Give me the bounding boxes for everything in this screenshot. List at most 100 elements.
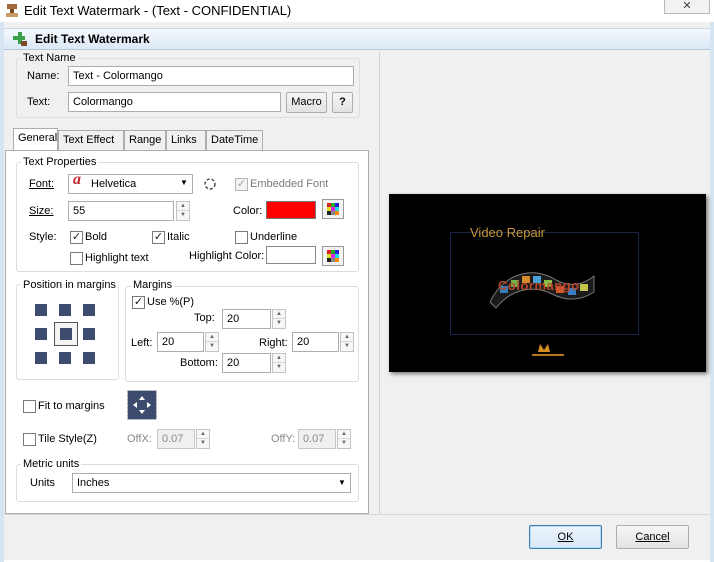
- bottom-margin-input[interactable]: 20: [222, 353, 271, 373]
- position-bottom-left[interactable]: [35, 352, 47, 364]
- left-margin-spinner[interactable]: ▲ ▼: [205, 332, 219, 352]
- embedded-font-checkbox[interactable]: [235, 178, 248, 191]
- right-margin-label: Right:: [259, 337, 288, 349]
- tab-links[interactable]: Links: [166, 130, 206, 150]
- position-legend: Position in margins: [21, 279, 118, 291]
- tile-style-label: Tile Style(Z): [38, 433, 97, 445]
- tab-range[interactable]: Range: [124, 130, 166, 150]
- position-center: [60, 328, 72, 340]
- spin-down-icon: ▼: [276, 320, 282, 326]
- italic-checkbox[interactable]: [152, 231, 165, 244]
- spin-up-icon: ▲: [338, 430, 350, 439]
- font-type-icon: a: [73, 171, 81, 188]
- bottom-margin-label: Bottom:: [180, 357, 218, 369]
- top-margin-spinner[interactable]: ▲ ▼: [272, 309, 286, 329]
- stamp-app-icon: [6, 4, 18, 17]
- use-percent-label: Use %(P): [147, 296, 195, 308]
- chevron-down-icon: ▼: [180, 178, 188, 187]
- text-name-legend: Text Name: [21, 52, 78, 64]
- position-middle-right[interactable]: [83, 328, 95, 340]
- spin-down-icon: ▼: [341, 440, 347, 446]
- cancel-label: Cancel: [635, 531, 670, 543]
- spin-down-icon: ▼: [344, 343, 350, 349]
- spin-up-icon: ▲: [197, 430, 209, 439]
- name-input[interactable]: Text - Colormango: [68, 66, 354, 86]
- use-percent-checkbox[interactable]: [132, 296, 145, 309]
- style-label: Style:: [29, 231, 57, 243]
- highlight-color-label: Highlight Color:: [189, 250, 265, 262]
- right-margin-spinner[interactable]: ▲ ▼: [340, 332, 354, 352]
- size-input[interactable]: 55: [68, 201, 174, 221]
- text-label: Text:: [27, 96, 51, 108]
- tab-general[interactable]: General: [13, 128, 58, 150]
- right-margin-input[interactable]: 20: [292, 332, 339, 352]
- refresh-icon[interactable]: [202, 176, 218, 192]
- help-button[interactable]: ?: [332, 92, 353, 113]
- left-margin-input[interactable]: 20: [157, 332, 204, 352]
- offx-label: OffX:: [127, 433, 152, 445]
- offx-input[interactable]: 0.07: [157, 429, 195, 449]
- preview-watermark-text: Colormango: [498, 278, 580, 293]
- color-swatch[interactable]: [266, 201, 316, 219]
- position-bottom-right[interactable]: [83, 352, 95, 364]
- italic-label: Italic: [167, 231, 190, 243]
- fit-expand-icon[interactable]: [127, 390, 157, 420]
- text-input[interactable]: Colormango: [68, 92, 281, 112]
- ok-button[interactable]: OK: [529, 525, 602, 549]
- footer-divider: [4, 514, 710, 515]
- highlight-color-picker-icon[interactable]: [322, 246, 344, 266]
- size-spinner[interactable]: ▲ ▼: [176, 201, 190, 221]
- tab-datetime[interactable]: DateTime: [206, 130, 263, 150]
- units-select[interactable]: Inches: [72, 473, 351, 493]
- bold-label: Bold: [85, 231, 108, 243]
- color-label: Color:: [233, 205, 263, 217]
- preview-video-title: Video Repair: [470, 225, 545, 240]
- macro-button[interactable]: Macro: [286, 92, 327, 113]
- spin-down-icon: ▼: [276, 364, 282, 370]
- metric-units-legend: Metric units: [21, 458, 82, 470]
- color-picker-icon[interactable]: [322, 199, 344, 219]
- offy-input[interactable]: 0.07: [298, 429, 336, 449]
- fit-to-margins-checkbox[interactable]: [23, 400, 36, 413]
- dialog-header-title: Edit Text Watermark: [35, 32, 150, 46]
- window-close-button[interactable]: ✕: [664, 0, 710, 14]
- spin-down-icon: ▼: [180, 212, 186, 218]
- position-bottom-center[interactable]: [59, 352, 71, 364]
- ok-label: OK: [557, 531, 574, 543]
- font-select[interactable]: Helvetica: [68, 174, 193, 194]
- cancel-button[interactable]: Cancel: [616, 525, 689, 549]
- highlight-text-label: Highlight text: [85, 252, 149, 264]
- position-top-center[interactable]: [59, 304, 71, 316]
- underline-checkbox[interactable]: [235, 231, 248, 244]
- spin-up-icon: ▲: [273, 310, 285, 319]
- underline-label: Underline: [250, 231, 298, 243]
- top-margin-input[interactable]: 20: [222, 309, 271, 329]
- offx-spinner[interactable]: ▲ ▼: [196, 429, 210, 449]
- left-margin-label: Left:: [131, 337, 153, 349]
- position-top-right[interactable]: [83, 304, 95, 316]
- font-label: Font:: [29, 178, 54, 190]
- font-name: Helvetica: [91, 178, 137, 190]
- highlight-color-swatch[interactable]: [266, 246, 316, 264]
- position-grid: [27, 296, 101, 368]
- spin-down-icon: ▼: [209, 343, 215, 349]
- top-margin-label: Top:: [194, 312, 215, 324]
- offy-spinner[interactable]: ▲ ▼: [337, 429, 351, 449]
- bottom-margin-spinner[interactable]: ▲ ▼: [272, 353, 286, 373]
- spin-up-icon: ▲: [206, 333, 218, 342]
- position-top-left[interactable]: [35, 304, 47, 316]
- window-frame-right: [710, 22, 714, 562]
- units-value: Inches: [77, 477, 110, 489]
- position-middle-left[interactable]: [35, 328, 47, 340]
- name-label: Name:: [27, 70, 60, 82]
- margins-legend: Margins: [131, 279, 175, 291]
- bold-checkbox[interactable]: [70, 231, 83, 244]
- offy-label: OffY:: [271, 433, 296, 445]
- units-label: Units: [30, 477, 56, 489]
- highlight-text-checkbox[interactable]: [70, 252, 83, 265]
- tab-text-effect[interactable]: Text Effect: [58, 130, 124, 150]
- fit-to-margins-label: Fit to margins: [38, 400, 105, 412]
- embedded-font-label: Embedded Font: [250, 178, 329, 190]
- tile-style-checkbox[interactable]: [23, 433, 36, 446]
- spin-up-icon: ▲: [177, 202, 189, 211]
